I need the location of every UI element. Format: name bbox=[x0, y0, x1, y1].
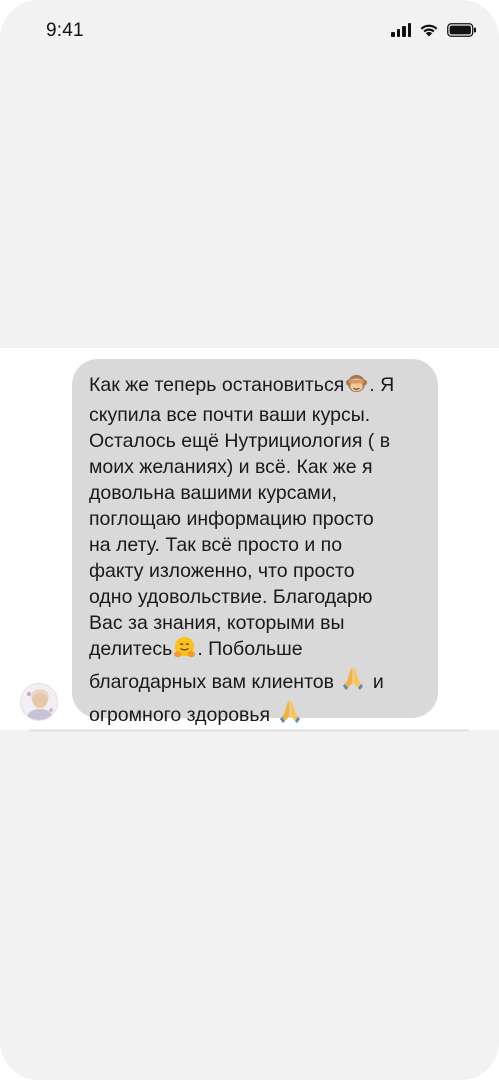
message-line: довольна вашими курсами, bbox=[89, 482, 338, 504]
message-line: на лету. Так всё просто и по bbox=[89, 534, 343, 556]
message-line: Как же теперь остановиться. Я bbox=[89, 372, 424, 402]
folded-hands-emoji bbox=[340, 666, 366, 699]
message-line: огромного здоровья bbox=[89, 699, 424, 732]
message-line: благодарных вам клиентов и bbox=[89, 666, 424, 699]
battery-icon bbox=[447, 22, 477, 37]
status-icons bbox=[391, 22, 477, 37]
message-line: скупила все почти ваши курсы. bbox=[89, 404, 371, 426]
message-line: одно удовольствие. Благодарю bbox=[89, 586, 373, 608]
message-bubble[interactable]: Как же теперь остановиться. Я скупила вс… bbox=[72, 359, 438, 726]
status-bar: 9:41 bbox=[0, 0, 499, 60]
message-line: поглощаю информацию просто bbox=[89, 508, 374, 530]
hugging-face-emoji bbox=[173, 636, 196, 666]
message-line: делитесь. Побольше bbox=[89, 636, 424, 666]
message-line: факту изложенно, что просто bbox=[89, 560, 355, 582]
message-line: Вас за знания, которыми вы bbox=[89, 612, 345, 634]
see-no-evil-monkey-emoji bbox=[345, 372, 368, 402]
phone-screen: 9:41 Как же теперь остановиться . Я скуп… bbox=[0, 0, 499, 1080]
message-line: моих желаниях) и всё. Как же я bbox=[89, 456, 373, 478]
signal-icon bbox=[391, 22, 411, 37]
avatar[interactable] bbox=[20, 683, 58, 721]
status-time: 9:41 bbox=[46, 20, 84, 41]
folded-hands-emoji bbox=[277, 699, 303, 732]
message-line: Осталось ещё Нутрициология ( в bbox=[89, 430, 391, 452]
wifi-icon bbox=[419, 22, 439, 37]
